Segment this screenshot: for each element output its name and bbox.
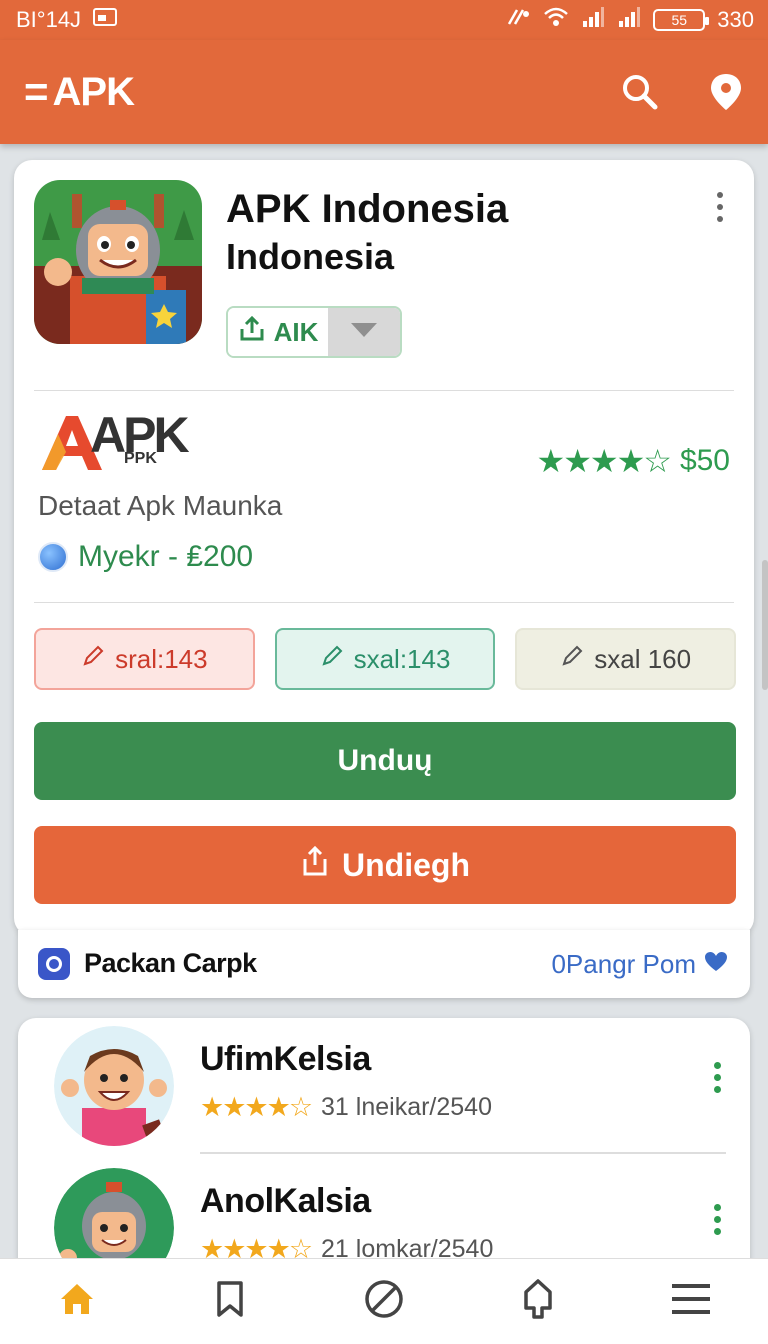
install-dropdown-toggle[interactable] (328, 308, 400, 356)
upload-icon (238, 315, 266, 350)
nav-bookmarks[interactable] (190, 1272, 270, 1332)
chip-label: sxal:143 (353, 643, 451, 674)
package-bar: Packan Carpk 0Pangr Pom (18, 930, 750, 998)
pencil-icon (560, 644, 584, 675)
divider (200, 1152, 726, 1154)
list-item-title: UfimKelsia (200, 1040, 371, 1078)
list-item-meta: ★★★★☆ 31 lneikar/2540 (200, 1092, 492, 1123)
scrollbar[interactable] (762, 560, 768, 690)
price-text: Myekr - ₤200 (78, 540, 254, 573)
clock: 330 (717, 7, 754, 32)
install-button[interactable]: AIK (228, 308, 328, 356)
app-name: APK Indonesia (226, 187, 509, 231)
rating-value: $50 (679, 444, 730, 477)
pencil-icon (320, 644, 344, 675)
package-link-label: 0Pangr Pom (551, 949, 696, 979)
share-icon (300, 845, 330, 885)
chip-sxal-143[interactable]: sxal:143 (274, 628, 496, 690)
chip-sral[interactable]: sral:143 (34, 628, 255, 690)
app-description: Detaat Apk Maunka (38, 490, 283, 521)
avatar (54, 1026, 174, 1146)
chip-row: sral:143 sxal:143 sxal 160 (34, 628, 737, 690)
image-notification-icon (93, 7, 118, 33)
battery-level: 55 (671, 12, 688, 28)
battery-icon: 55 (653, 9, 710, 31)
price-row: Myekr - ₤200 (38, 540, 253, 574)
heart-icon (704, 949, 728, 980)
app-detail-card: APK Indonesia Indonesia AIK APK PPK ★★★★… (14, 160, 754, 936)
bookmark-icon (210, 1279, 250, 1324)
signal-extra-icon (505, 6, 531, 34)
nav-tags[interactable] (498, 1272, 578, 1332)
divider (34, 390, 734, 391)
tag-icon (518, 1278, 558, 1325)
list-item-more-icon[interactable] (714, 1062, 722, 1093)
rating-stars: ★★★★☆ (536, 443, 672, 479)
app-bar-title: APK (52, 69, 135, 114)
chip-label: sxal 160 (594, 643, 692, 674)
chip-sxal-160[interactable]: sxal 160 (515, 628, 737, 690)
list-item-subtitle: 31 lneikar/2540 (321, 1093, 492, 1121)
bottom-nav (0, 1258, 768, 1344)
rating: ★★★★☆ $50 (537, 442, 731, 480)
install-label: AIK (273, 316, 319, 347)
menu-icon (670, 1281, 712, 1322)
brand-logo: APK PPK (38, 407, 190, 472)
list-item-more-icon[interactable] (714, 1204, 722, 1235)
status-bar: BI°14J 55 330 (0, 0, 768, 40)
chip-label: sral:143 (115, 643, 208, 674)
globe-icon (38, 542, 68, 572)
share-button-label: Undiegh (342, 846, 470, 883)
wifi-icon (543, 6, 569, 34)
nav-menu[interactable] (651, 1272, 731, 1332)
package-label: Packan Carpk (84, 948, 257, 978)
install-split-button: AIK (226, 306, 402, 358)
app-bar: = APK (0, 40, 768, 144)
brand-logo-subtext: PPK (124, 450, 157, 467)
list-item[interactable]: UfimKelsia ★★★★☆ 31 lneikar/2540 (18, 1018, 750, 1158)
nav-explore[interactable] (344, 1272, 424, 1332)
divider (34, 602, 734, 603)
list-item-title: AnolKalsia (200, 1182, 371, 1220)
explore-icon (363, 1278, 405, 1325)
nav-home[interactable] (37, 1272, 117, 1332)
chevron-down-icon (349, 321, 379, 344)
app-icon (34, 180, 202, 344)
package-link[interactable]: 0Pangr Pom (551, 949, 728, 980)
location-pin-icon[interactable] (708, 72, 744, 112)
cell-signal-icon (581, 6, 605, 34)
package-icon (38, 948, 70, 980)
hamburger-menu-icon[interactable]: = (24, 71, 49, 113)
share-button[interactable]: Undiegh (34, 826, 736, 904)
download-button[interactable]: Unduų (34, 722, 736, 800)
app-subtitle: Indonesia (226, 236, 395, 277)
search-icon[interactable] (620, 72, 660, 112)
list-item-stars: ★★★★☆ (200, 1092, 313, 1122)
pencil-icon (81, 644, 105, 675)
cell-signal-2-icon (617, 6, 641, 34)
more-options-icon[interactable] (716, 192, 724, 222)
home-icon (57, 1279, 97, 1324)
status-left-text: BI°14J (16, 7, 82, 32)
